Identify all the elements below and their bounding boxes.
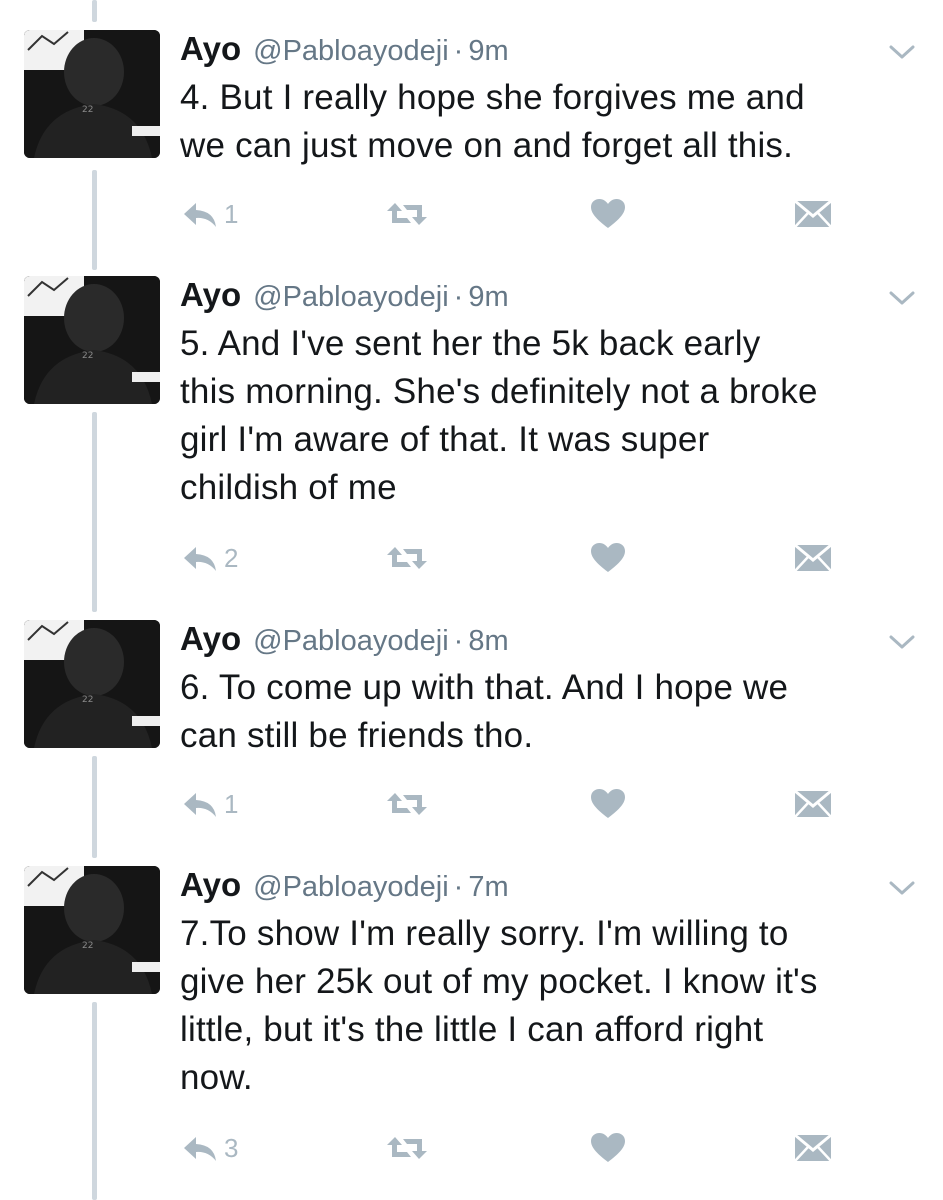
tweet-header: Ayo @Pabloayodeji · 9m	[180, 276, 509, 316]
direct-message-icon	[794, 543, 832, 572]
tweet-text: 5. And I've sent her the 5k back early t…	[180, 320, 920, 512]
separator-dot: ·	[453, 625, 464, 657]
thread-line	[92, 412, 97, 612]
tweet-text-line: give her 25k out of my pocket. I know it…	[180, 962, 818, 1001]
tweet-header: Ayo @Pabloayodeji · 9m	[180, 30, 509, 70]
reply-button[interactable]: 1	[180, 194, 238, 234]
tweet-text-line: 7.To show I'm really sorry. I'm willing …	[180, 914, 789, 953]
tweet-text-line: now.	[180, 1058, 253, 1097]
tweet-actions: 3	[180, 1128, 840, 1168]
thread-line	[92, 1002, 97, 1200]
timestamp[interactable]: 7m	[468, 871, 508, 904]
tweet-header: Ayo @Pabloayodeji · 7m	[180, 866, 509, 906]
tweet-text: 6. To come up with that. And I hope we c…	[180, 664, 920, 760]
author-name[interactable]: Ayo	[180, 866, 241, 904]
author-handle[interactable]: @Pabloayodeji	[253, 625, 449, 658]
reply-count: 1	[224, 788, 239, 819]
chevron-down-icon[interactable]	[887, 632, 917, 652]
svg-text:22: 22	[82, 351, 93, 361]
heart-icon	[591, 1133, 625, 1162]
retweet-icon	[387, 1137, 427, 1159]
tweet-text-line: childish of me	[180, 468, 397, 507]
author-name[interactable]: Ayo	[180, 620, 241, 658]
timestamp[interactable]: 9m	[468, 281, 508, 314]
author-name[interactable]: Ayo	[180, 276, 241, 314]
reply-count: 3	[224, 1132, 239, 1163]
tweet-header: Ayo @Pabloayodeji · 8m	[180, 620, 509, 660]
reply-icon	[184, 547, 216, 571]
timestamp[interactable]: 8m	[468, 625, 508, 658]
retweet-button[interactable]	[385, 784, 429, 824]
avatar-photo: 22	[24, 30, 160, 158]
author-handle[interactable]: @Pabloayodeji	[253, 35, 449, 68]
reply-icon	[184, 793, 216, 817]
heart-icon	[591, 543, 625, 572]
retweet-icon	[387, 203, 427, 225]
reply-icon	[184, 203, 216, 227]
reply-count: 1	[224, 198, 239, 229]
like-button[interactable]	[590, 538, 626, 578]
tweet-actions: 1	[180, 194, 840, 234]
author-name[interactable]: Ayo	[180, 30, 241, 68]
separator-dot: ·	[453, 35, 464, 67]
avatar[interactable]: 22	[24, 620, 160, 748]
reply-button[interactable]: 1	[180, 784, 238, 824]
direct-message-button[interactable]	[794, 538, 832, 578]
separator-dot: ·	[453, 281, 464, 313]
chevron-down-icon[interactable]	[887, 42, 917, 62]
thread-line	[92, 170, 97, 270]
retweet-button[interactable]	[385, 194, 429, 234]
retweet-icon	[387, 793, 427, 815]
tweet-text-line: this morning. She's definitely not a bro…	[180, 372, 818, 411]
direct-message-button[interactable]	[794, 1128, 832, 1168]
heart-icon	[591, 789, 625, 818]
svg-text:22: 22	[82, 695, 93, 705]
direct-message-button[interactable]	[794, 784, 832, 824]
retweet-button[interactable]	[385, 538, 429, 578]
tweet-text-line: 6. To come up with that. And I hope we	[180, 668, 789, 707]
avatar-photo: 22	[24, 866, 160, 994]
reply-button[interactable]: 3	[180, 1128, 238, 1168]
avatar-photo: 22	[24, 276, 160, 404]
tweet-text-line: can still be friends tho.	[180, 716, 534, 755]
direct-message-icon	[794, 1133, 832, 1162]
avatar[interactable]: 22	[24, 30, 160, 158]
like-button[interactable]	[590, 784, 626, 824]
tweet-text-line: 5. And I've sent her the 5k back early	[180, 324, 761, 363]
tweet-text-line: little, but it's the little I can afford…	[180, 1010, 764, 1049]
svg-text:22: 22	[82, 941, 93, 951]
direct-message-icon	[794, 199, 832, 228]
chevron-down-icon[interactable]	[887, 878, 917, 898]
avatar-photo: 22	[24, 620, 160, 748]
thread-line	[92, 0, 97, 22]
tweet-actions: 1	[180, 784, 840, 824]
tweet-text-line: 4. But I really hope she forgives me and	[180, 78, 805, 117]
reply-button[interactable]: 2	[180, 538, 238, 578]
tweet-text-line: girl I'm aware of that. It was super	[180, 420, 710, 459]
author-handle[interactable]: @Pabloayodeji	[253, 281, 449, 314]
reply-icon	[184, 1137, 216, 1161]
direct-message-button[interactable]	[794, 194, 832, 234]
heart-icon	[591, 199, 625, 228]
timestamp[interactable]: 9m	[468, 35, 508, 68]
tweet-text: 4. But I really hope she forgives me and…	[180, 74, 920, 170]
retweet-button[interactable]	[385, 1128, 429, 1168]
reply-count: 2	[224, 542, 239, 573]
like-button[interactable]	[590, 194, 626, 234]
svg-text:22: 22	[82, 105, 93, 115]
retweet-icon	[387, 547, 427, 569]
author-handle[interactable]: @Pabloayodeji	[253, 871, 449, 904]
tweet-text: 7.To show I'm really sorry. I'm willing …	[180, 910, 920, 1102]
chevron-down-icon[interactable]	[887, 288, 917, 308]
tweet-actions: 2	[180, 538, 840, 578]
like-button[interactable]	[590, 1128, 626, 1168]
avatar[interactable]: 22	[24, 276, 160, 404]
direct-message-icon	[794, 789, 832, 818]
tweet-text-line: we can just move on and forget all this.	[180, 126, 794, 165]
avatar[interactable]: 22	[24, 866, 160, 994]
thread-line	[92, 756, 97, 858]
separator-dot: ·	[453, 871, 464, 903]
